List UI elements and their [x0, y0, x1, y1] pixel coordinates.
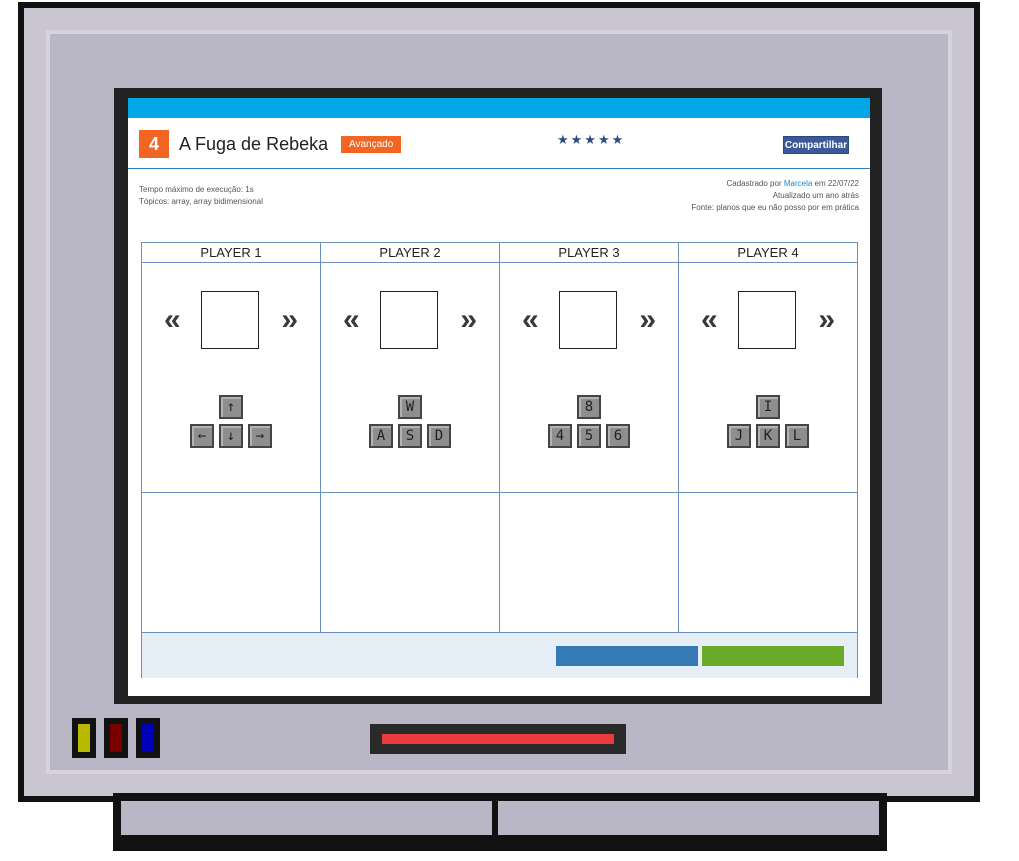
- next-character-arrow-icon[interactable]: »: [818, 305, 835, 335]
- character-selector: « »: [142, 291, 320, 351]
- player-label: PLAYER 3: [500, 243, 678, 263]
- character-selector: « »: [679, 291, 857, 351]
- key-up: W: [398, 395, 422, 419]
- next-character-arrow-icon[interactable]: »: [460, 305, 477, 335]
- row-divider: [500, 492, 678, 493]
- slot-light: [382, 734, 614, 744]
- row-divider: [321, 492, 499, 493]
- next-character-arrow-icon[interactable]: »: [639, 305, 656, 335]
- next-character-arrow-icon[interactable]: »: [281, 305, 298, 335]
- character-slot: [380, 291, 438, 349]
- key-down: 5: [577, 424, 601, 448]
- character-selector: « »: [500, 291, 678, 351]
- topics-text: Tópicos: array, array bidimensional: [139, 197, 263, 206]
- key-right: →: [248, 424, 272, 448]
- monitor-base: [113, 793, 887, 851]
- control-keys: ↑ ← ↓ →: [142, 395, 320, 455]
- monitor-base-divider: [492, 793, 498, 843]
- power-led-red: [104, 718, 128, 758]
- power-led-yellow: [72, 718, 96, 758]
- led-light: [78, 724, 90, 752]
- player-label: PLAYER 1: [142, 243, 320, 263]
- key-down: ↓: [219, 424, 243, 448]
- prev-character-arrow-icon[interactable]: «: [701, 305, 718, 335]
- key-right: L: [785, 424, 809, 448]
- top-bar: [128, 98, 870, 118]
- author-prefix: Cadastrado por: [726, 179, 784, 188]
- problem-title: A Fuga de Rebeka: [179, 134, 329, 154]
- player-column-3: PLAYER 3 « » 8 4 5 6: [500, 243, 679, 633]
- game-screen: 4 A Fuga de Rebeka Avançado ★★★★★ Compar…: [128, 98, 870, 696]
- source-text: Fonte: planos que eu não posso por em pr…: [691, 203, 859, 212]
- key-right: D: [427, 424, 451, 448]
- key-up: 8: [577, 395, 601, 419]
- row-divider: [679, 492, 857, 493]
- prev-character-arrow-icon[interactable]: «: [164, 305, 181, 335]
- control-keys: I J K L: [679, 395, 857, 455]
- player-column-4: PLAYER 4 « » I J K L: [679, 243, 858, 633]
- problem-meta-right: Cadastrado por Marcela em 22/07/22 Atual…: [691, 178, 859, 214]
- key-left: A: [369, 424, 393, 448]
- player-label: PLAYER 4: [679, 243, 857, 263]
- problem-header: 4 A Fuga de Rebeka Avançado ★★★★★ Compar…: [128, 118, 870, 169]
- player-column-1: PLAYER 1 « » ↑ ← ↓ →: [142, 243, 321, 633]
- key-down: K: [756, 424, 780, 448]
- key-left: J: [727, 424, 751, 448]
- character-selector: « »: [321, 291, 499, 351]
- time-limit-text: Tempo máximo de execução: 1s: [139, 185, 254, 194]
- key-left: 4: [548, 424, 572, 448]
- key-left: ←: [190, 424, 214, 448]
- led-light: [142, 724, 154, 752]
- player-select-grid: PLAYER 1 « » ↑ ← ↓ → PLAYER 2 « » W A S …: [141, 242, 858, 678]
- character-slot: [201, 291, 259, 349]
- rating-stars[interactable]: ★★★★★: [557, 132, 625, 148]
- key-up: ↑: [219, 395, 243, 419]
- control-keys: W A S D: [321, 395, 499, 455]
- power-led-blue: [136, 718, 160, 758]
- author-suffix: em 22/07/22: [812, 179, 859, 188]
- prev-character-arrow-icon[interactable]: «: [343, 305, 360, 335]
- key-up: I: [756, 395, 780, 419]
- led-light: [110, 724, 122, 752]
- row-divider: [142, 492, 320, 493]
- control-keys: 8 4 5 6: [500, 395, 678, 455]
- character-slot: [559, 291, 617, 349]
- action-footer: [142, 632, 857, 678]
- action-button-blue[interactable]: [556, 646, 698, 666]
- prev-character-arrow-icon[interactable]: «: [522, 305, 539, 335]
- key-right: 6: [606, 424, 630, 448]
- cartridge-slot: [370, 724, 626, 754]
- updated-text: Atualizado um ano atrás: [772, 191, 859, 200]
- difficulty-badge: Avançado: [341, 136, 402, 153]
- author-line: Cadastrado por Marcela em 22/07/22: [691, 178, 859, 190]
- player-label: PLAYER 2: [321, 243, 499, 263]
- author-link[interactable]: Marcela: [784, 179, 812, 188]
- player-column-2: PLAYER 2 « » W A S D: [321, 243, 500, 633]
- key-down: S: [398, 424, 422, 448]
- character-slot: [738, 291, 796, 349]
- problem-meta-left: Tempo máximo de execução: 1s Tópicos: ar…: [139, 184, 263, 208]
- problem-number-badge: 4: [139, 130, 169, 158]
- share-button[interactable]: Compartilhar: [783, 136, 849, 154]
- monitor-base-panel: [121, 801, 879, 835]
- start-button-green[interactable]: [702, 646, 844, 666]
